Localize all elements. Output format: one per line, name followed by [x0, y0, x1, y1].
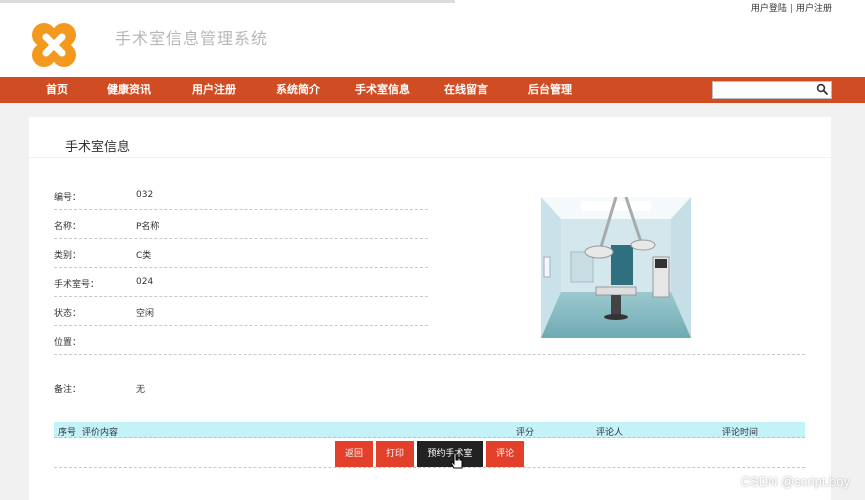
header-top-line — [0, 0, 455, 3]
field-value: 无 — [136, 385, 146, 395]
field-value: P名称 — [136, 222, 160, 232]
detail-panel: 手术室信息 编号： 032 名称： P名称 类别： C类 手术室号： 024 状… — [29, 117, 831, 500]
field-label: 状态： — [54, 309, 82, 319]
nav-home[interactable]: 首页 — [46, 77, 68, 103]
print-button[interactable]: 打印 — [376, 441, 414, 467]
orange-x-logo-icon[interactable] — [29, 20, 79, 70]
top-links-separator: | — [789, 4, 793, 14]
field-value: 032 — [136, 190, 154, 200]
comment-table-header: 序号 评价内容 评分 评论人 评论时间 — [54, 422, 805, 438]
panel-divider — [29, 157, 831, 158]
top-links: 用户登陆 | 用户注册 — [751, 1, 832, 14]
field-row-number: 编号： 032 — [54, 181, 428, 210]
field-row-status: 状态： 空闲 — [54, 297, 428, 326]
page-title: 手术室信息 — [65, 140, 131, 155]
login-link[interactable]: 用户登陆 — [751, 4, 787, 14]
field-label: 名称： — [54, 222, 82, 232]
field-row-name: 名称： P名称 — [54, 210, 428, 239]
site-header: 用户登陆 | 用户注册 手术室信息管理系统 — [0, 0, 865, 77]
field-row-category: 类别： C类 — [54, 239, 428, 268]
search-input[interactable] — [713, 82, 813, 98]
register-link[interactable]: 用户注册 — [796, 4, 832, 14]
nav-user-register[interactable]: 用户注册 — [192, 77, 236, 103]
operating-room-image — [541, 197, 691, 338]
field-row-remark: 备注： 无 — [54, 373, 428, 402]
field-label: 编号： — [54, 193, 82, 203]
field-value: 024 — [136, 277, 154, 287]
site-title: 手术室信息管理系统 — [115, 29, 269, 48]
col-score: 评分 — [516, 428, 535, 438]
comment-button[interactable]: 评论 — [486, 441, 524, 467]
bottom-divider — [54, 467, 805, 468]
search-box — [712, 81, 832, 99]
field-value: C类 — [136, 251, 152, 261]
field-value: 空闲 — [136, 309, 155, 319]
search-icon — [816, 83, 828, 95]
col-reviewer: 评论人 — [596, 428, 624, 438]
field-label: 手术室号： — [54, 280, 100, 290]
field-label: 备注： — [54, 385, 82, 395]
back-button[interactable]: 返回 — [335, 441, 373, 467]
search-button[interactable] — [814, 83, 829, 97]
field-row-location: 位置： — [54, 326, 805, 355]
nav-operating-room-info[interactable]: 手术室信息 — [355, 77, 410, 103]
nav-system-intro[interactable]: 系统简介 — [276, 77, 320, 103]
nav-admin[interactable]: 后台管理 — [528, 77, 572, 103]
watermark: CSDN @script.boy — [740, 474, 850, 489]
nav-health-news[interactable]: 健康资讯 — [107, 77, 151, 103]
field-row-room-number: 手术室号： 024 — [54, 268, 428, 297]
field-label: 位置： — [54, 338, 82, 348]
col-content: 评价内容 — [82, 428, 119, 438]
col-time: 评论时间 — [722, 428, 759, 438]
hand-cursor-icon — [450, 452, 464, 470]
col-index: 序号 — [58, 428, 77, 438]
nav-online-message[interactable]: 在线留言 — [444, 77, 488, 103]
field-label: 类别： — [54, 251, 82, 261]
